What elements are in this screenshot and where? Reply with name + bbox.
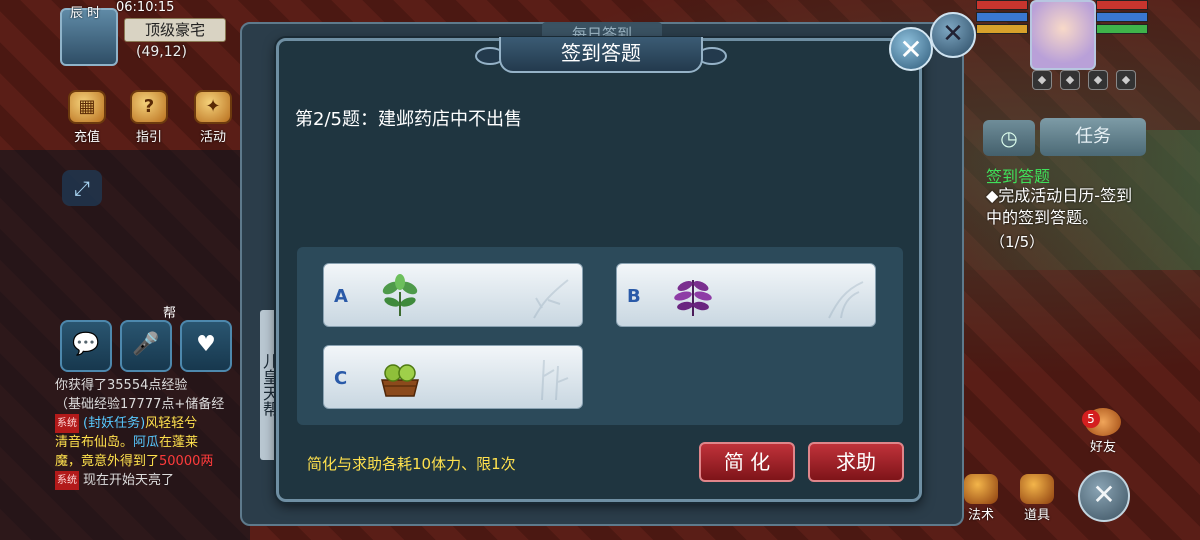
recharge-button[interactable]: ▦ 充值 bbox=[62, 90, 112, 145]
recharge-label: 充值 bbox=[73, 130, 100, 145]
exp-detail-text: （基础经验17777点+储备经 bbox=[55, 397, 225, 412]
simplify-button[interactable]: 简 化 bbox=[699, 442, 795, 482]
chat-log[interactable]: 你获得了35554点经验 （基础经验17777点+储备经 系统 (封妖任务)风轻轻… bbox=[55, 376, 255, 516]
options-panel: A B C bbox=[297, 247, 903, 425]
activity-button[interactable]: ✦ 活动 bbox=[188, 90, 238, 145]
green-herb-icon bbox=[382, 274, 418, 316]
quest-text: 魔，竟意外得到了 bbox=[55, 454, 160, 469]
sp-bar bbox=[976, 24, 1028, 34]
pet-hp-bar bbox=[1096, 0, 1148, 10]
voice-mic-button[interactable]: 🎤 帮 bbox=[120, 306, 176, 372]
activity-icon: ✦ bbox=[194, 90, 232, 124]
location-panel[interactable]: 辰 时 06:10:15 顶级豪宅 (49,12) bbox=[60, 0, 230, 66]
system-tag: 系统 bbox=[55, 414, 79, 433]
friends-label: 好友 bbox=[1089, 440, 1116, 455]
chat-line: （基础经验17777点+储备经 bbox=[55, 395, 255, 414]
time-period-label: 辰 时 bbox=[70, 6, 101, 21]
close-icon[interactable]: ✕ bbox=[889, 27, 933, 71]
modal-title: 签到答题 bbox=[499, 37, 703, 73]
buff-icon[interactable]: ◆ bbox=[1088, 70, 1108, 90]
quiz-question: 第2/5题：建邺药店中不出售 bbox=[295, 109, 522, 130]
spell-label: 法术 bbox=[967, 508, 994, 523]
quest-tag: (封妖任务) bbox=[83, 416, 146, 431]
spell-horn-icon bbox=[964, 474, 998, 504]
bamboo-icon bbox=[541, 359, 569, 401]
activity-label: 活动 bbox=[199, 130, 226, 145]
item-button[interactable]: 道具 bbox=[1014, 474, 1060, 526]
guide-scroll-icon: ? bbox=[130, 90, 168, 124]
game-time: 06:10:15 bbox=[116, 0, 175, 15]
pet-mp-bar bbox=[1096, 12, 1148, 22]
quest-text: 清音布仙岛。 bbox=[55, 435, 134, 450]
quest-amount: 50000两 bbox=[159, 454, 214, 469]
chat-line: 魔，竟意外得到了50000两 bbox=[55, 452, 255, 471]
exp-text: 你获得了35554点经验 bbox=[55, 378, 188, 393]
chat-line: 清音布仙岛。阿瓜在蓬莱 bbox=[55, 433, 255, 452]
help-button[interactable]: 求助 bbox=[808, 442, 904, 482]
option-letter: B bbox=[627, 286, 641, 307]
guide-button[interactable]: ? 指引 bbox=[124, 90, 174, 145]
chat-line: 你获得了35554点经验 bbox=[55, 376, 255, 395]
avatar[interactable] bbox=[1030, 0, 1096, 70]
spell-button[interactable]: 法术 bbox=[958, 474, 1004, 526]
help-tag: 帮 bbox=[162, 306, 176, 321]
orchid-icon bbox=[828, 281, 864, 319]
purple-herb-icon bbox=[674, 280, 712, 316]
location-name: 顶级豪宅 bbox=[124, 18, 226, 42]
microphone-icon: 🎤 bbox=[132, 332, 160, 357]
close-icon[interactable]: ✕ bbox=[1078, 470, 1130, 522]
option-letter: A bbox=[334, 286, 348, 307]
clock-icon[interactable]: ◷ bbox=[983, 120, 1035, 156]
hp-bar bbox=[976, 0, 1028, 10]
location-coords: (49,12) bbox=[136, 44, 188, 60]
chat-line: 系统 (封妖任务)风轻轻兮 bbox=[55, 414, 255, 433]
player-name[interactable]: 阿瓜 bbox=[133, 435, 159, 450]
option-c-button[interactable]: C bbox=[323, 345, 583, 409]
item-bag-icon bbox=[1020, 474, 1054, 504]
quest-text: 风轻轻兮 bbox=[145, 416, 198, 431]
option-b-button[interactable]: B bbox=[616, 263, 876, 327]
plum-branch-icon bbox=[533, 279, 569, 319]
friends-button[interactable]: 5 好友 bbox=[1080, 408, 1126, 455]
pet-emote-button[interactable]: ♥ bbox=[180, 320, 232, 372]
chat-bubble-icon[interactable]: 💬 bbox=[60, 320, 112, 372]
guide-label: 指引 bbox=[135, 130, 162, 145]
fruit-basket-icon bbox=[381, 364, 419, 397]
option-letter: C bbox=[334, 368, 348, 389]
treasure-chest-icon: ▦ bbox=[68, 90, 106, 124]
buff-icon[interactable]: ◆ bbox=[1032, 70, 1052, 90]
chat-line: 系统 现在开始天亮了 bbox=[55, 471, 255, 490]
hint-text: 简化与求助各耗10体力、限1次 bbox=[307, 455, 516, 473]
buff-icon[interactable]: ◆ bbox=[1116, 70, 1136, 90]
mp-bar bbox=[976, 12, 1028, 22]
buff-icon[interactable]: ◆ bbox=[1060, 70, 1080, 90]
pet-exp-bar bbox=[1096, 24, 1148, 34]
task-progress: （1/5） bbox=[990, 233, 1045, 251]
expand-icon[interactable]: ⤢ bbox=[62, 170, 102, 206]
quiz-modal: 签到答题 ✕ 第2/5题：建邺药店中不出售 A B C 简化与求助各耗10体力、… bbox=[276, 27, 933, 502]
tab-tasks[interactable]: 任务 bbox=[1040, 118, 1146, 156]
quest-text: 在蓬莱 bbox=[159, 435, 199, 450]
system-tag: 系统 bbox=[55, 471, 79, 490]
pet-heart-icon: ♥ bbox=[196, 332, 216, 357]
task-description: ◆完成活动日历-签到中的签到答题。 bbox=[986, 186, 1133, 227]
task-title[interactable]: 签到答题 bbox=[986, 163, 1050, 187]
item-label: 道具 bbox=[1023, 508, 1050, 523]
dawn-text: 现在开始天亮了 bbox=[83, 473, 175, 488]
option-a-button[interactable]: A bbox=[323, 263, 583, 327]
close-icon[interactable]: ✕ bbox=[930, 12, 976, 58]
friends-badge: 5 bbox=[1082, 410, 1100, 428]
